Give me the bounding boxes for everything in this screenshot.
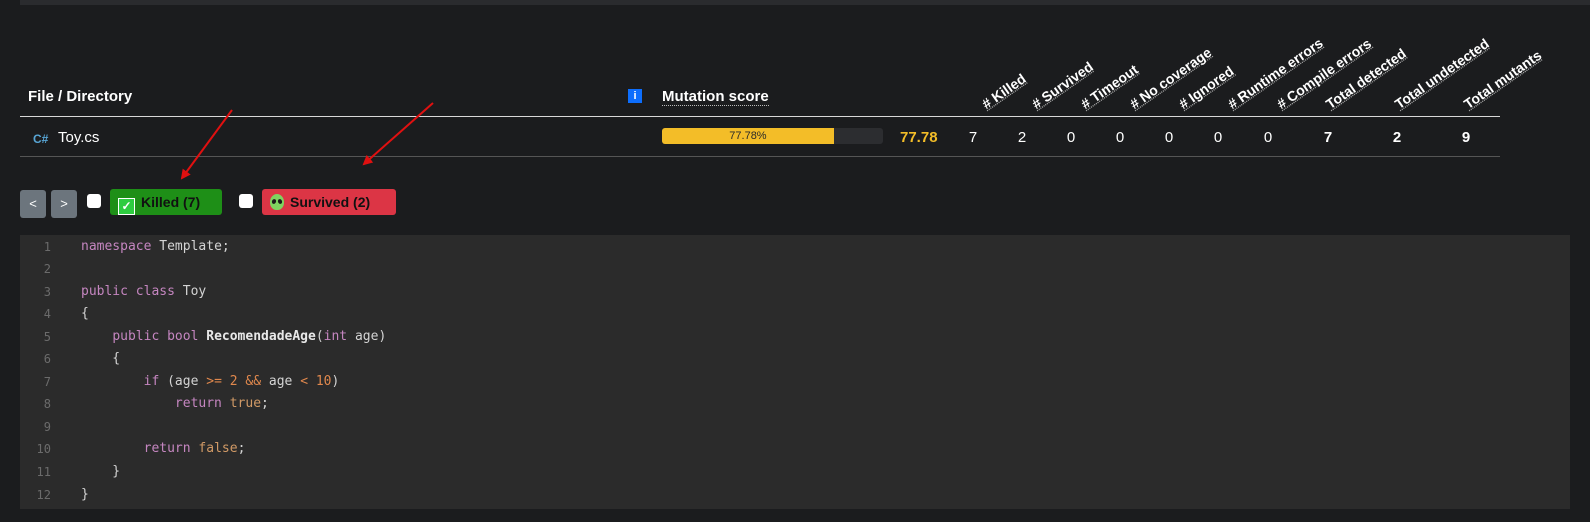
code-line: 8 return true; bbox=[20, 393, 1570, 415]
line-number: 7 bbox=[43, 375, 51, 389]
header-divider bbox=[20, 116, 1500, 117]
arrow-to-killed bbox=[180, 109, 233, 180]
code-line: 9 bbox=[20, 416, 1570, 438]
file-link[interactable]: Toy.cs bbox=[58, 129, 99, 146]
code-text: public class Toy bbox=[81, 284, 207, 299]
line-number: 9 bbox=[43, 420, 51, 434]
alien-icon bbox=[270, 194, 284, 210]
code-text: { bbox=[81, 351, 121, 366]
code-text: } bbox=[81, 487, 89, 502]
code-viewer: 1 namespace Template; 2 3 public class T… bbox=[20, 235, 1570, 509]
code-line: 7 if (age >= 2 && age < 10) bbox=[20, 371, 1570, 393]
no-coverage-count: 0 bbox=[1115, 129, 1125, 146]
killed-filter-label: Killed (7) bbox=[141, 194, 201, 210]
line-number: 6 bbox=[43, 352, 51, 366]
total-mutants-count: 9 bbox=[1461, 129, 1471, 146]
line-number: 11 bbox=[36, 465, 51, 479]
survived-count: 2 bbox=[1017, 129, 1027, 146]
line-number: 5 bbox=[43, 330, 51, 344]
survived-filter-label: Survived (2) bbox=[290, 194, 371, 210]
killed-checkbox[interactable] bbox=[87, 194, 101, 208]
row-divider bbox=[20, 156, 1500, 157]
line-number: 10 bbox=[36, 442, 51, 456]
code-text: { bbox=[81, 306, 89, 321]
code-line: 6 { bbox=[20, 348, 1570, 370]
code-line: 10 return false; bbox=[20, 438, 1570, 460]
code-text: } bbox=[81, 464, 121, 479]
code-text: public bool RecomendadeAge(int age) bbox=[112, 329, 387, 344]
line-number: 3 bbox=[43, 285, 51, 299]
timeout-count: 0 bbox=[1066, 129, 1076, 146]
code-line: 5 public bool RecomendadeAge(int age) bbox=[20, 326, 1570, 348]
total-detected-count: 7 bbox=[1323, 129, 1333, 146]
line-number: 2 bbox=[43, 262, 51, 276]
code-line: 1 namespace Template; bbox=[20, 236, 1570, 258]
line-number: 8 bbox=[43, 397, 51, 411]
killed-count: 7 bbox=[968, 129, 978, 146]
column-headers: # Killed # Survived # Timeout # No cover… bbox=[0, 0, 1590, 112]
code-line: 4 { bbox=[20, 303, 1570, 325]
score-progress-fill: 77.78% bbox=[662, 128, 834, 144]
check-icon: ✓ bbox=[118, 198, 135, 215]
code-text: if (age >= 2 && age < 10) bbox=[143, 374, 340, 389]
mutation-score-value: 77.78 bbox=[900, 129, 938, 146]
killed-filter-badge[interactable]: ✓ Killed (7) bbox=[110, 189, 222, 215]
line-number: 4 bbox=[43, 307, 51, 321]
survived-filter-badge[interactable]: Survived (2) bbox=[262, 189, 396, 215]
code-line: 11 } bbox=[20, 461, 1570, 483]
compile-errors-count: 0 bbox=[1263, 129, 1273, 146]
code-line: 3 public class Toy bbox=[20, 281, 1570, 303]
score-progress-bar: 77.78% bbox=[662, 128, 883, 144]
code-text: namespace Template; bbox=[81, 239, 230, 254]
header-no-coverage[interactable]: # No coverage bbox=[1127, 44, 1215, 112]
previous-button[interactable]: < bbox=[20, 190, 46, 218]
next-button[interactable]: > bbox=[51, 190, 77, 218]
csharp-file-icon: C# bbox=[33, 132, 49, 146]
code-line: 2 bbox=[20, 258, 1570, 280]
survived-checkbox[interactable] bbox=[239, 194, 253, 208]
header-killed[interactable]: # Killed bbox=[979, 70, 1029, 112]
code-text: return false; bbox=[143, 441, 246, 456]
runtime-errors-count: 0 bbox=[1213, 129, 1223, 146]
line-number: 1 bbox=[43, 240, 51, 254]
code-text: return true; bbox=[174, 396, 269, 411]
code-line: 12 } bbox=[20, 484, 1570, 506]
line-number: 12 bbox=[36, 488, 51, 502]
arrow-to-survived bbox=[362, 102, 434, 166]
total-undetected-count: 2 bbox=[1392, 129, 1402, 146]
ignored-count: 0 bbox=[1164, 129, 1174, 146]
